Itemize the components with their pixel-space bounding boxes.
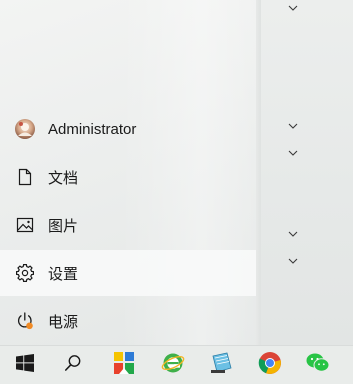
notebook-icon: [209, 352, 233, 379]
chevron-down-icon[interactable]: [287, 148, 299, 158]
wechat-icon: [305, 352, 331, 379]
browser-ie-button[interactable]: [155, 346, 191, 384]
green-e-browser-icon: [161, 351, 185, 380]
user-name-label: Administrator: [48, 120, 137, 138]
start-menu-divider: [256, 0, 261, 345]
taskbar: [0, 345, 353, 384]
sidebar-item-label: 电源: [48, 313, 79, 331]
document-icon: [13, 165, 37, 189]
start-button[interactable]: [8, 346, 42, 384]
gear-icon: [13, 261, 37, 285]
sidebar-item-settings[interactable]: 设置: [0, 250, 256, 296]
sidebar-item-power[interactable]: 电源: [0, 298, 256, 344]
search-icon: [64, 354, 82, 377]
sidebar-item-pictures[interactable]: 图片: [0, 202, 256, 248]
user-avatar-icon: [13, 117, 37, 141]
app-store-button[interactable]: [106, 346, 142, 384]
power-icon: [13, 309, 37, 333]
notepad-button[interactable]: [203, 346, 239, 384]
colorful-app-icon: [113, 351, 135, 380]
sidebar-item-documents[interactable]: 文档: [0, 154, 256, 200]
chevron-down-icon[interactable]: [287, 3, 299, 13]
pictures-icon: [13, 213, 37, 237]
start-menu-rail: Administrator 文档 图片 设置 电源: [0, 0, 256, 345]
sidebar-item-label: 设置: [48, 265, 79, 283]
chrome-button[interactable]: [252, 346, 288, 384]
sidebar-item-label: 图片: [48, 217, 79, 235]
search-button[interactable]: [56, 346, 90, 384]
chevron-down-icon[interactable]: [287, 229, 299, 239]
sidebar-item-label: 文档: [48, 169, 79, 187]
wechat-button[interactable]: [300, 346, 336, 384]
windows-logo-icon: [16, 354, 34, 377]
user-account-item[interactable]: Administrator: [0, 106, 256, 152]
desktop-screen: Administrator 文档 图片 设置 电源: [0, 0, 353, 384]
chevron-down-icon[interactable]: [287, 256, 299, 266]
chevron-down-icon[interactable]: [287, 121, 299, 131]
chrome-icon: [258, 351, 282, 380]
